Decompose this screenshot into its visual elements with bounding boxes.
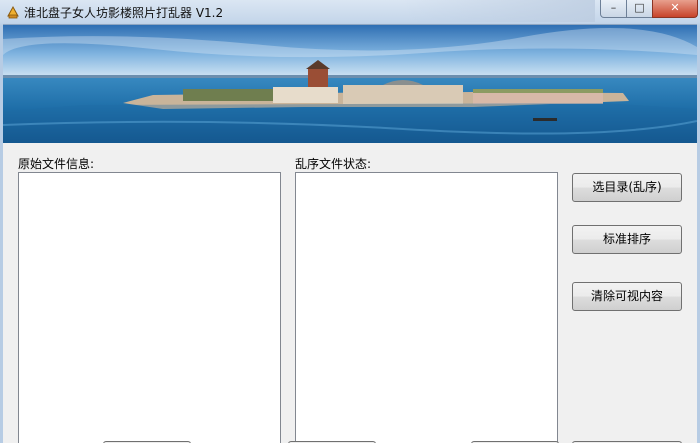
close-button[interactable]: ✕ xyxy=(652,0,698,18)
original-files-list[interactable] xyxy=(18,172,281,443)
app-window: 淮北盘子女人坊影楼照片打乱器 V1.2 – □ ✕ 原始文件信息: 乱序文件状态… xyxy=(0,0,700,443)
banner-image xyxy=(3,25,697,143)
standard-sort-button[interactable]: 标准排序 xyxy=(572,225,682,254)
title-bar-glass xyxy=(400,0,595,22)
shuffled-files-list[interactable] xyxy=(295,172,558,443)
original-files-label: 原始文件信息: xyxy=(18,157,95,171)
client-area: 原始文件信息: 乱序文件状态: 选目录(乱序) 标准排序 清除可视内容 xyxy=(3,24,697,443)
title-bar[interactable]: 淮北盘子女人坊影楼照片打乱器 V1.2 – □ ✕ xyxy=(0,0,700,24)
minimize-button[interactable]: – xyxy=(600,0,627,18)
window-title: 淮北盘子女人坊影楼照片打乱器 V1.2 xyxy=(24,6,224,20)
maximize-button[interactable]: □ xyxy=(626,0,653,18)
shuffled-files-label: 乱序文件状态: xyxy=(295,157,372,171)
app-icon xyxy=(7,5,19,19)
choose-directory-button[interactable]: 选目录(乱序) xyxy=(572,173,682,202)
clear-view-button[interactable]: 清除可视内容 xyxy=(572,282,682,311)
